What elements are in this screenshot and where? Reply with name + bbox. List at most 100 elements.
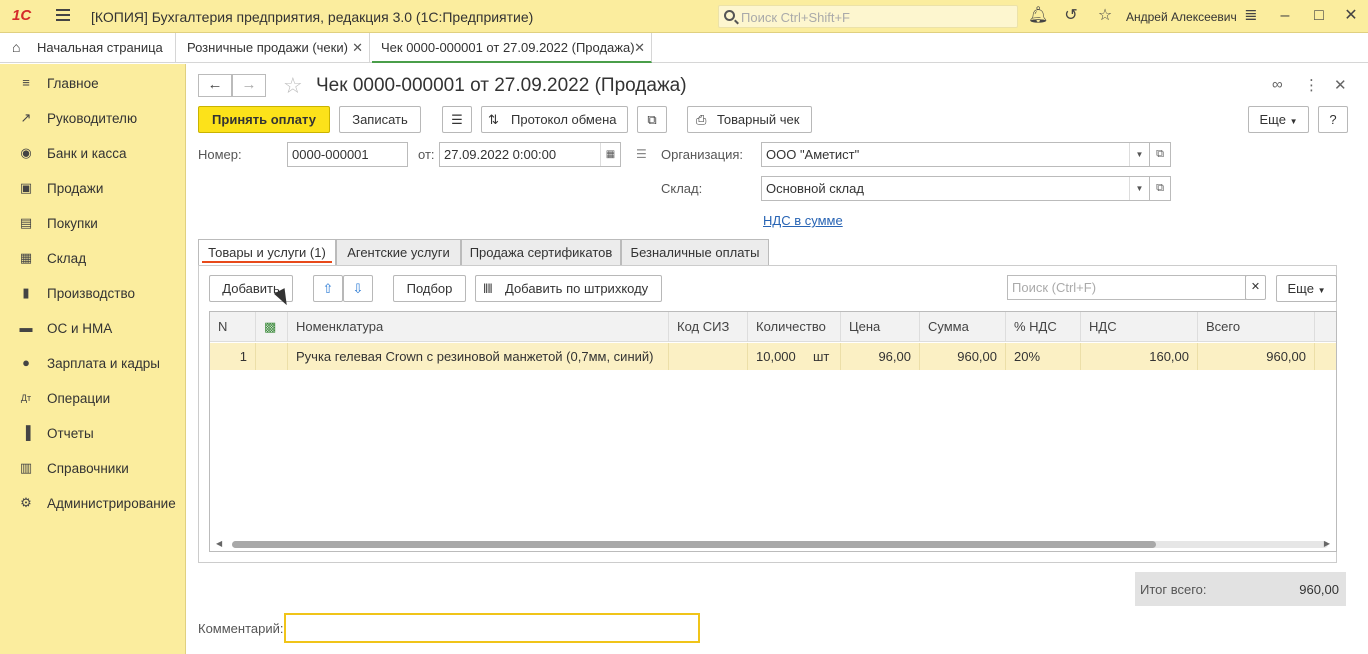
help-button[interactable]: ? xyxy=(1318,106,1348,133)
back-button[interactable]: ← xyxy=(198,74,232,97)
tab-receipt[interactable]: Чек 0000-000001 от 27.09.2022 (Продажа) … xyxy=(372,33,652,63)
clear-search-icon[interactable]: ✕ xyxy=(1245,275,1266,300)
more-dots-icon[interactable]: ⋮ xyxy=(1304,76,1319,94)
column-header-sum[interactable]: Сумма xyxy=(920,312,1006,342)
favorites-star-icon[interactable]: ☆ xyxy=(1096,7,1114,25)
user-name[interactable]: Андрей Алексеевич xyxy=(1126,10,1237,24)
add-by-barcode-button[interactable]: ‖‖ Добавить по штрихкоду xyxy=(475,275,662,302)
table-more-button[interactable]: Еще ▼ xyxy=(1276,275,1337,302)
open-organization-icon[interactable]: ⧉ xyxy=(1149,142,1171,167)
printer-icon: ⎙ xyxy=(696,112,707,127)
move-up-icon[interactable]: ⇧ xyxy=(313,275,343,302)
date-label: от: xyxy=(418,147,435,162)
save-button[interactable]: Записать xyxy=(339,106,421,133)
sidebar-item-salary[interactable]: ● Зарплата и кадры xyxy=(0,348,186,378)
move-down-icon[interactable]: ⇩ xyxy=(343,275,373,302)
warehouse-field[interactable]: Основной склад ▼ xyxy=(761,176,1150,201)
sidebar-item-production[interactable]: ▮ Производство xyxy=(0,278,186,308)
cell-vat[interactable]: 160,00 xyxy=(1081,343,1198,370)
cell-vat-rate[interactable]: 20% xyxy=(1006,343,1081,370)
title-bar: 1С [КОПИЯ] Бухгалтерия предприятия, реда… xyxy=(0,0,1368,33)
tab-home[interactable]: ⌂ Начальная страница xyxy=(0,33,176,63)
column-header-code[interactable]: Код СИЗ xyxy=(669,312,748,342)
cell-price[interactable]: 96,00 xyxy=(841,343,920,370)
maximize-icon[interactable]: □ xyxy=(1310,7,1328,25)
scroll-thumb[interactable] xyxy=(232,541,1156,548)
tab-certificate-sales[interactable]: Продажа сертификатов xyxy=(461,239,621,266)
comment-lines-icon[interactable]: ☰ xyxy=(636,147,647,161)
structure-icon[interactable]: ⧉ xyxy=(637,106,667,133)
bell-icon[interactable]: 🔔︎ xyxy=(1028,7,1048,25)
chevron-down-icon[interactable]: ▼ xyxy=(1129,177,1149,200)
organization-field[interactable]: ООО "Аметист" ▼ xyxy=(761,142,1150,167)
document-list-icon[interactable]: ☰ xyxy=(442,106,472,133)
app-logo[interactable]: 1С xyxy=(12,7,31,24)
favorite-star-icon[interactable]: ☆ xyxy=(283,73,303,99)
active-tab-underline xyxy=(202,261,332,263)
pick-button[interactable]: Подбор xyxy=(393,275,466,302)
tab-goods-services[interactable]: Товары и услуги (1) xyxy=(198,239,336,266)
sidebar-item-sales[interactable]: ▣ Продажи xyxy=(0,173,186,203)
column-header-item[interactable]: Номенклатура xyxy=(288,312,669,342)
tab-cashless-payments[interactable]: Безналичные оплаты xyxy=(621,239,769,266)
scroll-right-icon[interactable]: ▶ xyxy=(1324,539,1330,548)
sidebar-item-assets[interactable]: ▬ ОС и НМА xyxy=(0,313,186,343)
main-menu-icon[interactable] xyxy=(56,9,70,21)
global-search-input[interactable]: Поиск Ctrl+Shift+F xyxy=(718,5,1018,28)
column-header-price[interactable]: Цена xyxy=(841,312,920,342)
truck-icon: ▬ xyxy=(19,320,33,335)
tab-agent-services[interactable]: Агентские услуги xyxy=(336,239,461,266)
sales-receipt-button[interactable]: ⎙ Товарный чек xyxy=(687,106,812,133)
history-icon[interactable]: ↺ xyxy=(1062,7,1080,25)
sidebar-item-purchases[interactable]: ▤ Покупки xyxy=(0,208,186,238)
table-row[interactable]: 1 Ручка гелевая Crown с резиновой манжет… xyxy=(210,343,1336,370)
minimize-icon[interactable]: – xyxy=(1276,7,1294,25)
comment-input[interactable] xyxy=(284,613,700,643)
sidebar-item-label: Зарплата и кадры xyxy=(47,356,160,371)
forward-button[interactable]: → xyxy=(232,74,266,97)
column-header-qty[interactable]: Количество xyxy=(748,312,841,342)
scroll-left-icon[interactable]: ◀ xyxy=(216,539,222,548)
exchange-log-button[interactable]: ⇅ Протокол обмена xyxy=(481,106,628,133)
marking-icon[interactable]: ▩ xyxy=(256,312,288,342)
horizontal-scrollbar[interactable]: ◀ ▶ xyxy=(210,537,1336,551)
cell-total[interactable]: 960,00 xyxy=(1198,343,1315,370)
close-window-icon[interactable]: ✕ xyxy=(1342,7,1360,25)
organization-label: Организация: xyxy=(661,147,744,162)
number-field[interactable]: 0000-000001 xyxy=(287,142,408,167)
close-tab-icon[interactable]: ✕ xyxy=(634,33,645,62)
date-field[interactable]: 27.09.2022 0:00:00 ▦ xyxy=(439,142,621,167)
column-header-vat-rate[interactable]: % НДС xyxy=(1006,312,1081,342)
sidebar-item-warehouse[interactable]: ▦ Склад xyxy=(0,243,186,273)
cell-code[interactable] xyxy=(669,343,748,370)
document-form: ← → ☆ Чек 0000-000001 от 27.09.2022 (Про… xyxy=(187,64,1368,654)
sidebar-item-admin[interactable]: ⚙ Администрирование xyxy=(0,488,186,518)
link-icon[interactable]: ∞ xyxy=(1272,76,1283,93)
close-form-icon[interactable]: ✕ xyxy=(1334,76,1347,94)
sidebar-item-operations[interactable]: Дт Операции xyxy=(0,383,186,413)
column-header-total[interactable]: Всего xyxy=(1198,312,1315,342)
column-header-vat[interactable]: НДС xyxy=(1081,312,1198,342)
cell-qty[interactable]: 10,000 xyxy=(748,343,803,370)
sidebar-item-manager[interactable]: ↗ Руководителю xyxy=(0,103,186,133)
column-header-n[interactable]: N xyxy=(210,312,256,342)
vat-in-sum-link[interactable]: НДС в сумме xyxy=(763,213,843,228)
cell-unit[interactable]: шт xyxy=(805,343,841,370)
chevron-down-icon[interactable]: ▼ xyxy=(1129,143,1149,166)
sidebar-item-main[interactable]: ≡ Главное xyxy=(0,68,186,98)
sidebar-item-bank[interactable]: ◉ Банк и касса xyxy=(0,138,186,168)
sidebar-item-catalogs[interactable]: ▥ Справочники xyxy=(0,453,186,483)
sidebar-item-reports[interactable]: ▐ Отчеты xyxy=(0,418,186,448)
settings-lines-icon[interactable]: ≣ xyxy=(1242,7,1260,25)
table-search-input[interactable]: Поиск (Ctrl+F) xyxy=(1007,275,1246,300)
table-header: N ▩ Номенклатура Код СИЗ Количество Цена… xyxy=(210,312,1336,342)
close-tab-icon[interactable]: ✕ xyxy=(352,33,363,62)
tab-retail-sales[interactable]: Розничные продажи (чеки) ✕ xyxy=(176,33,370,63)
accept-payment-button[interactable]: Принять оплату xyxy=(198,106,330,133)
more-button[interactable]: Еще ▼ xyxy=(1248,106,1309,133)
cell-item[interactable]: Ручка гелевая Crown с резиновой манжетой… xyxy=(288,343,669,370)
open-warehouse-icon[interactable]: ⧉ xyxy=(1149,176,1171,201)
cell-sum[interactable]: 960,00 xyxy=(920,343,1006,370)
calendar-icon[interactable]: ▦ xyxy=(600,143,620,166)
sidebar-item-label: Главное xyxy=(47,76,99,91)
